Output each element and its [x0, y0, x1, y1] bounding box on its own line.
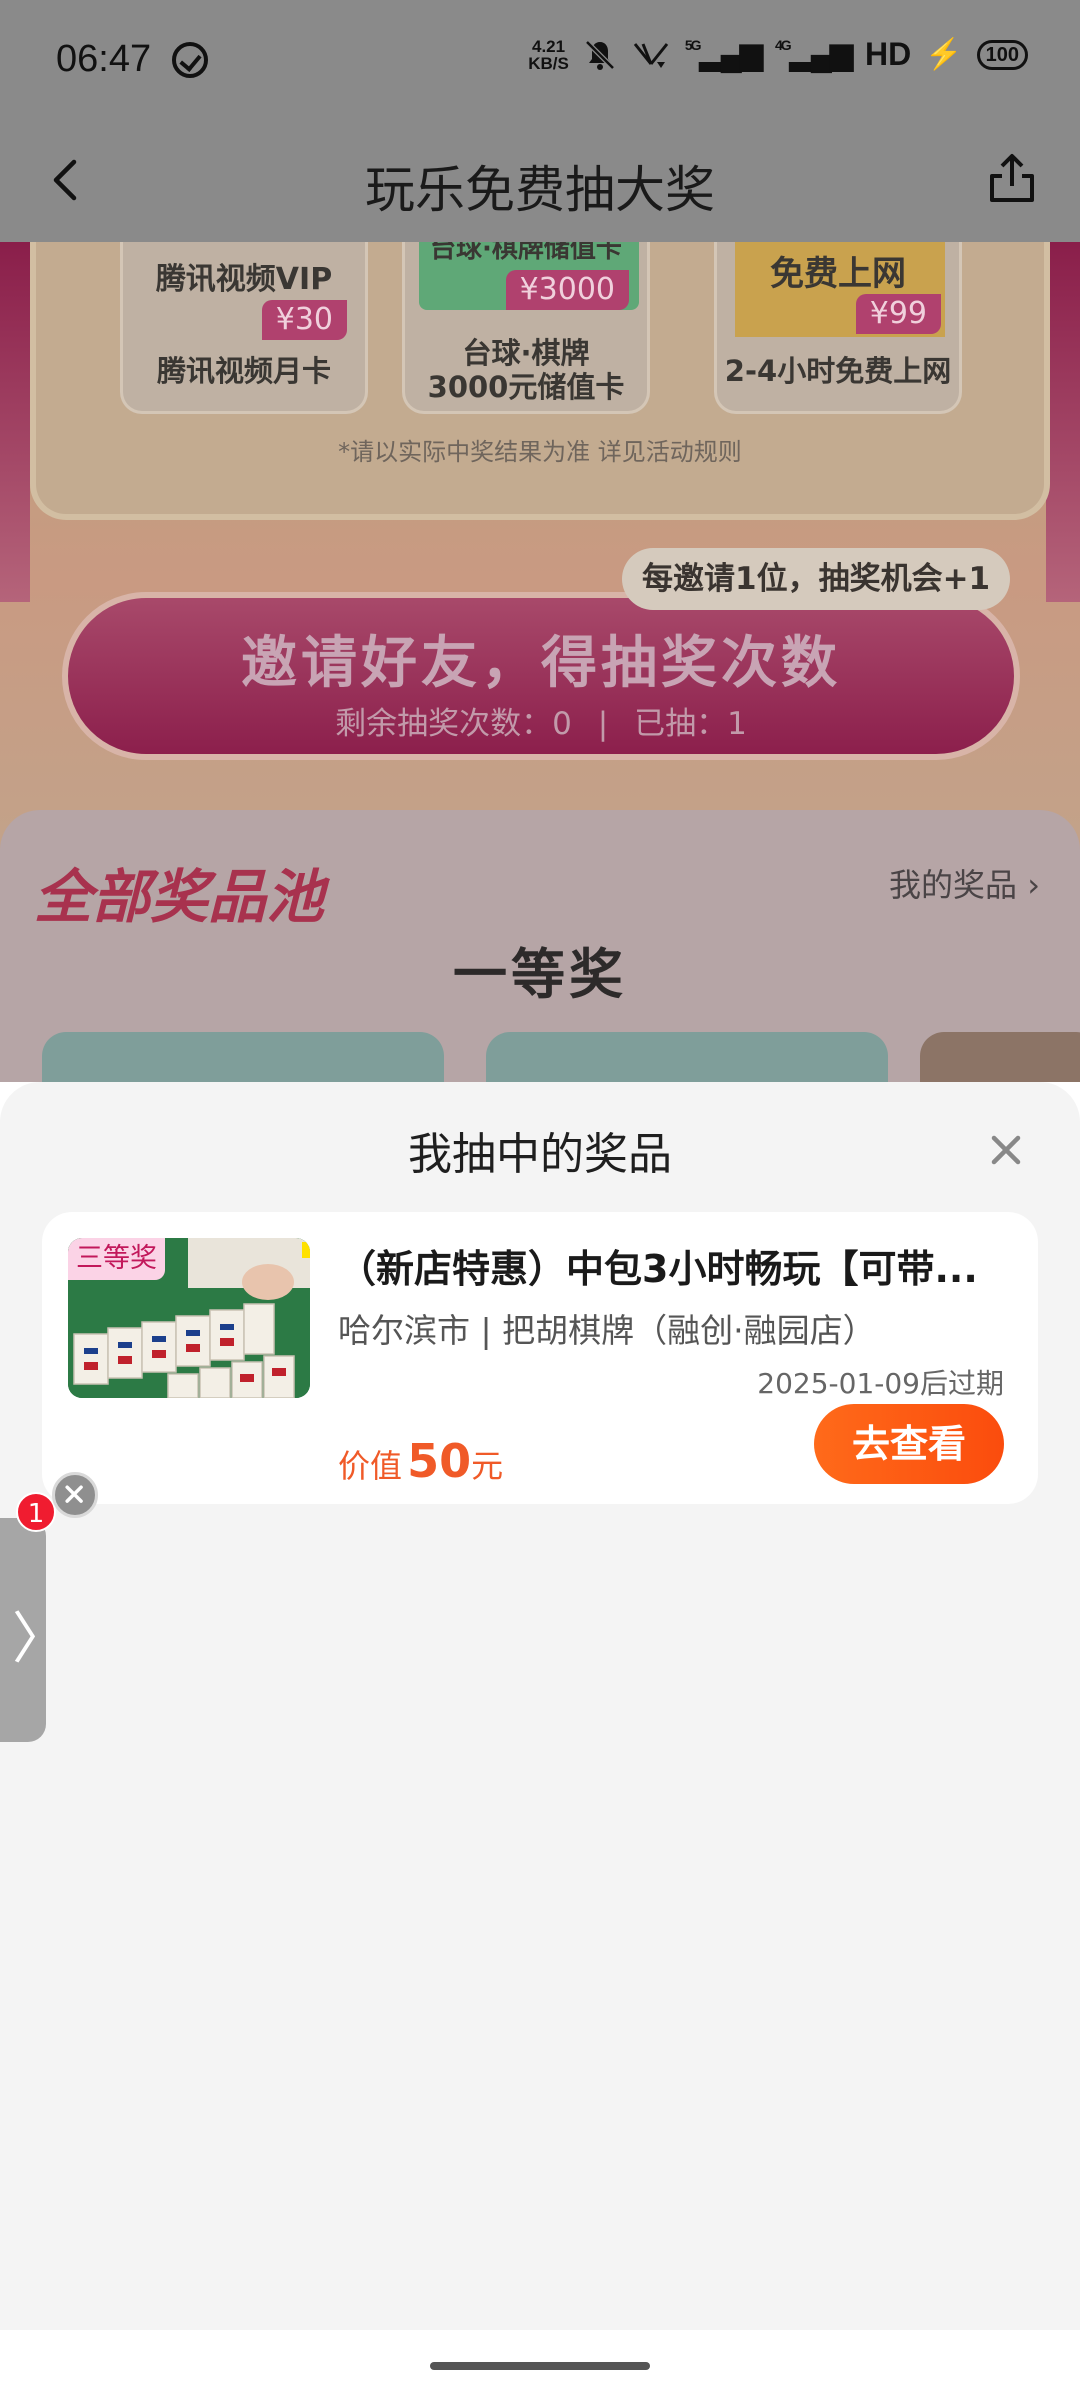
bell-muted-icon	[585, 39, 615, 70]
prize-card-desc: 台球·棋牌 3000元储值卡	[427, 336, 625, 404]
signal-5g-icon: 5G▂▄▆	[684, 37, 763, 71]
my-prizes-label: 我的奖品	[889, 866, 1018, 904]
prize-level-badge: 三等奖	[68, 1238, 165, 1280]
my-prizes-link[interactable]: 我的奖品 ›	[889, 860, 1040, 906]
page-title: 玩乐免费抽大奖	[365, 161, 715, 219]
prize-shop-location: 哈尔滨市 | 把胡棋牌（融创·融园店）	[338, 1311, 876, 1350]
hd-icon: HD	[865, 36, 912, 72]
decor-left	[0, 242, 30, 602]
draw-count-info: 剩余抽奖次数：0 | 已抽：1	[68, 698, 1014, 743]
prize-card-price-tag: ¥30	[261, 300, 347, 340]
status-time: 06:47	[56, 38, 152, 80]
signal-5g-label: 5G	[684, 37, 702, 53]
prize-item-card[interactable]: 三等奖 （新店特惠）中包3小时畅玩【可带... 哈尔滨市 | 把胡棋牌（融创·融…	[42, 1212, 1038, 1504]
share-icon[interactable]	[984, 150, 1040, 206]
chevron-right-icon: ›	[1027, 866, 1040, 904]
prize-card-title: 腾讯视频VIP	[155, 262, 333, 297]
net-speed-unit: KB/S	[528, 53, 569, 73]
status-icons: 4.21 KB/S 5G▂▄▆ 4G▂▄▆ HD ⚡ 100	[528, 36, 1028, 73]
invite-tip-bubble: 每邀请1位，抽奖机会+1	[622, 548, 1011, 610]
close-circle-icon[interactable]	[52, 1472, 98, 1518]
pool-item[interactable]	[920, 1032, 1080, 1082]
decor-right	[1046, 242, 1080, 602]
prize-card-desc: 2-4小时免费上网	[724, 354, 952, 388]
my-prizes-sheet: 我抽中的奖品 三等奖 （新店特惠）中包3小时畅玩【可带... 哈尔滨市 | 把胡…	[0, 1082, 1080, 2330]
wifi-icon	[633, 42, 669, 68]
prize-thumbnail: 三等奖	[68, 1238, 310, 1398]
chevron-right-icon: 〉	[12, 1607, 68, 1672]
notification-badge: 1	[16, 1492, 56, 1532]
header-bar: 玩乐免费抽大奖	[0, 120, 1080, 242]
prize-expiry-date: 2025-01-09后过期	[757, 1367, 1004, 1400]
home-indicator[interactable]	[430, 2362, 650, 2370]
net-speed-value: 4.21	[532, 36, 566, 56]
divider: |	[597, 706, 609, 742]
value-label: 价值	[338, 1447, 403, 1485]
prize-card-title: 台球·棋牌储值卡	[430, 242, 622, 264]
prize-card-price-tag: ¥3000	[505, 270, 629, 310]
check-circle-icon	[172, 42, 208, 78]
prize-card[interactable]: 腾讯视频VIP ¥30 腾讯视频月卡	[120, 242, 368, 414]
status-bar: 06:47 4.21 KB/S 5G▂▄▆ 4G▂▄▆ HD ⚡ 100	[0, 0, 1080, 120]
promo-strip	[302, 1242, 310, 1258]
first-prize-heading: 一等奖	[453, 943, 627, 1006]
pool-item[interactable]	[42, 1032, 444, 1082]
battery-indicator: 100	[976, 39, 1028, 70]
prize-card[interactable]: 免费上网 ¥99 2-4小时免费上网	[714, 242, 962, 414]
prize-value: 价值 50元	[338, 1434, 503, 1488]
remaining-draws: 剩余抽奖次数：0	[335, 706, 572, 742]
charging-icon: ⚡	[925, 38, 963, 71]
prize-card[interactable]: 台球·棋牌储值卡 ¥3000 台球·棋牌 3000元储值卡	[402, 242, 650, 414]
signal-4g-label: 4G	[774, 37, 792, 53]
prize-card-price-tag: ¥99	[855, 294, 941, 334]
view-prize-button[interactable]: 去查看	[814, 1404, 1004, 1484]
prize-card-title: 免费上网	[770, 254, 906, 294]
activity-page-background: 腾讯视频VIP ¥30 腾讯视频月卡 台球·棋牌储值卡 ¥3000 台球·棋牌 …	[0, 242, 1080, 1082]
value-amount: 50	[407, 1434, 472, 1488]
close-icon[interactable]	[984, 1128, 1028, 1172]
value-unit: 元	[471, 1447, 504, 1485]
invite-button-label: 邀请好友，得抽奖次数	[241, 631, 841, 696]
prize-item-title: （新店特惠）中包3小时畅玩【可带...	[338, 1247, 978, 1291]
prize-pool-title: 全部奖品池	[34, 863, 325, 931]
system-nav-bar	[0, 2330, 1080, 2400]
pool-item[interactable]	[486, 1032, 888, 1082]
prize-card-desc: 腾讯视频月卡	[156, 354, 331, 388]
sheet-title: 我抽中的奖品	[408, 1129, 672, 1180]
drawn-count: 已抽：1	[634, 706, 747, 742]
floating-side-tab[interactable]: 〉	[0, 1518, 68, 1742]
prize-note: *请以实际中奖结果为准 详见活动规则	[338, 438, 742, 466]
invite-friends-button[interactable]: 邀请好友，得抽奖次数 剩余抽奖次数：0 | 已抽：1	[62, 592, 1020, 760]
net-speed: 4.21 KB/S	[528, 38, 569, 72]
prize-pool-section: 全部奖品池 我的奖品 › 一等奖	[0, 810, 1080, 1082]
signal-4g-icon: 4G▂▄▆	[774, 37, 853, 71]
